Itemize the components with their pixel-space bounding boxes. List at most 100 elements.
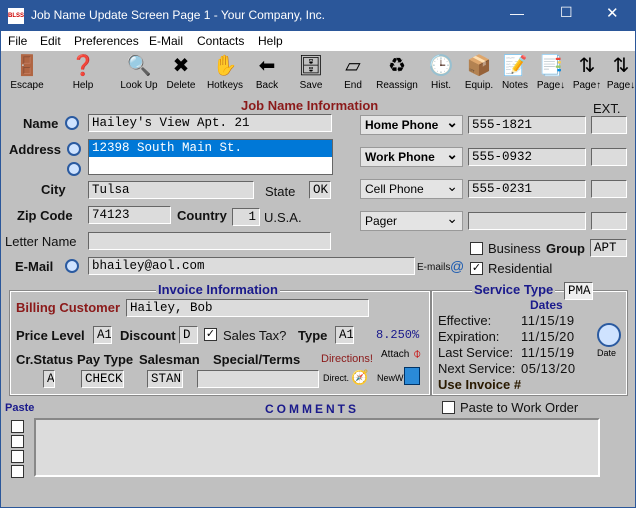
menu-contacts[interactable]: Contacts [197, 34, 244, 48]
type-field[interactable]: A1 [335, 326, 354, 344]
address-line1[interactable]: 12398 South Main St. [89, 140, 332, 157]
new-wo-icon[interactable] [404, 367, 420, 385]
toolbar-save-button[interactable]: 🗄 Save [289, 51, 333, 91]
zip-field[interactable]: 74123 [88, 206, 171, 224]
city-label: City [41, 182, 66, 197]
country-code-field[interactable]: 1 [232, 208, 260, 226]
toolbar-label: Equip. [464, 80, 494, 91]
directions-link[interactable]: Directions! [321, 353, 373, 365]
email-field[interactable]: bhailey@aol.com [88, 257, 415, 275]
phone-type-select[interactable]: Home Phone [360, 114, 463, 135]
price-level-field[interactable]: A1 [93, 326, 112, 344]
residential-checkbox[interactable]: ✓ [470, 262, 483, 275]
address-lookup-icon[interactable] [67, 142, 81, 156]
business-checkbox[interactable] [470, 242, 483, 255]
phone-ext-field[interactable] [591, 148, 627, 166]
special-terms-field[interactable] [197, 370, 319, 388]
address-field[interactable]: 12398 South Main St. [88, 139, 333, 175]
toolbar-label: Hotkeys [206, 80, 244, 91]
menu-email[interactable]: E-Mail [149, 34, 183, 48]
letter-name-label: Letter Name [5, 234, 77, 249]
phone-number-field[interactable] [468, 212, 586, 230]
toolbar-label: Page↓ [536, 80, 566, 91]
paste-checkbox-3[interactable] [11, 450, 24, 463]
reassign-cycle-icon: ♻ [388, 55, 406, 77]
menu-preferences[interactable]: Preferences [74, 34, 139, 48]
toolbar-label: Look Up [120, 80, 158, 91]
name-field[interactable]: Hailey's View Apt. 21 [88, 114, 332, 132]
toolbar-back-button[interactable]: ⬅ Back [245, 51, 289, 91]
date-button[interactable]: Date [597, 348, 616, 358]
address-line2[interactable] [89, 157, 332, 159]
toolbar-reassign-button[interactable]: ♻ Reassign [375, 51, 419, 91]
maximize-button[interactable]: ☐ [560, 4, 573, 21]
paste-checkbox-2[interactable] [11, 435, 24, 448]
comments-textarea[interactable] [34, 418, 600, 477]
toolbar-label: Reassign [376, 80, 418, 91]
emails-at-icon[interactable]: @ [450, 258, 464, 274]
toolbar-hotkeys-button[interactable]: ✋ Hotkeys [203, 51, 247, 91]
phone-ext-field[interactable] [591, 116, 627, 134]
clock-icon: 🕒 [428, 55, 454, 77]
state-field[interactable]: OK [309, 181, 331, 199]
phone-number-field[interactable]: 555-0932 [468, 148, 586, 166]
paste-to-wo-label: Paste to Work Order [460, 400, 579, 415]
toolbar-lookup-button[interactable]: 🔍 Look Up [117, 51, 161, 91]
billing-label: Billing Customer [16, 300, 121, 315]
tax-rate: 8.250% [376, 328, 420, 342]
toolbar-end-button[interactable]: ▱ End [331, 51, 375, 91]
menu-help[interactable]: Help [258, 34, 283, 48]
group-field[interactable]: APT [590, 239, 627, 257]
city-field[interactable]: Tulsa [88, 181, 254, 199]
paste-checkbox-1[interactable] [11, 420, 24, 433]
door-icon: 🚪 [14, 55, 40, 77]
phone-ext-field[interactable] [591, 212, 627, 230]
page-down-icon: 📑 [538, 55, 564, 77]
phone-number-field[interactable]: 555-0231 [468, 180, 586, 198]
toolbar-help-button[interactable]: ❓ Help [61, 51, 105, 91]
toolbar-label: Notes [501, 80, 529, 91]
paperclip-icon[interactable]: ⌽ [413, 345, 421, 362]
calendar-clock-icon[interactable] [597, 323, 621, 347]
phone-number-field[interactable]: 555-1821 [468, 116, 586, 134]
email-lookup-icon[interactable] [65, 259, 79, 273]
notepad-icon: 📝 [502, 55, 528, 77]
menu-edit[interactable]: Edit [40, 34, 61, 48]
toolbar-label: Save [299, 80, 323, 91]
toolbar-page-button[interactable]: ⇅ Page↓ [599, 51, 636, 91]
menu-file[interactable]: File [8, 34, 27, 48]
phone-type-select[interactable]: Work Phone [360, 146, 463, 167]
phone-type-select[interactable]: Pager [360, 210, 463, 231]
toolbar-escape-button[interactable]: 🚪 Escape [5, 51, 49, 91]
window-title: Job Name Update Screen Page 1 - Your Com… [31, 8, 325, 22]
address2-lookup-icon[interactable] [67, 162, 81, 176]
cr-status-field[interactable]: A [43, 370, 55, 388]
zip-label: Zip Code [17, 208, 73, 223]
service-type-field[interactable]: PMA [564, 282, 593, 300]
billing-field[interactable]: Hailey, Bob [126, 299, 369, 317]
letter-name-field[interactable] [88, 232, 331, 250]
toolbar-delete-button[interactable]: ✖ Delete [159, 51, 203, 91]
type-label: Type [298, 328, 328, 343]
residential-label: Residential [488, 261, 553, 276]
use-invoice-label: Use Invoice # [438, 377, 522, 392]
pay-type-field[interactable]: CHECK [81, 370, 124, 388]
dates-label: Dates [530, 298, 563, 312]
toolbar-label: End [344, 80, 362, 91]
discount-field[interactable]: D [179, 326, 198, 344]
salesman-field[interactable]: STAN [147, 370, 183, 388]
close-button[interactable]: ✕ [606, 4, 619, 22]
app-icon: BLSS [8, 8, 24, 24]
service-date-value: 11/15/19 [521, 313, 575, 328]
safe-icon: 🗄 [298, 55, 324, 77]
minimize-button[interactable]: — [510, 5, 524, 21]
sales-tax-checkbox[interactable]: ✓ [204, 328, 217, 341]
phone-ext-field[interactable] [591, 180, 627, 198]
compass-icon[interactable]: 🧭 [351, 369, 368, 386]
paste-checkbox-4[interactable] [11, 465, 24, 478]
name-lookup-icon[interactable] [65, 116, 79, 130]
phone-type-select[interactable]: Cell Phone [360, 178, 463, 199]
cr-status-label: Cr.Status [16, 352, 74, 367]
toolbar-label: Delete [166, 80, 196, 91]
paste-to-wo-checkbox[interactable] [442, 401, 455, 414]
